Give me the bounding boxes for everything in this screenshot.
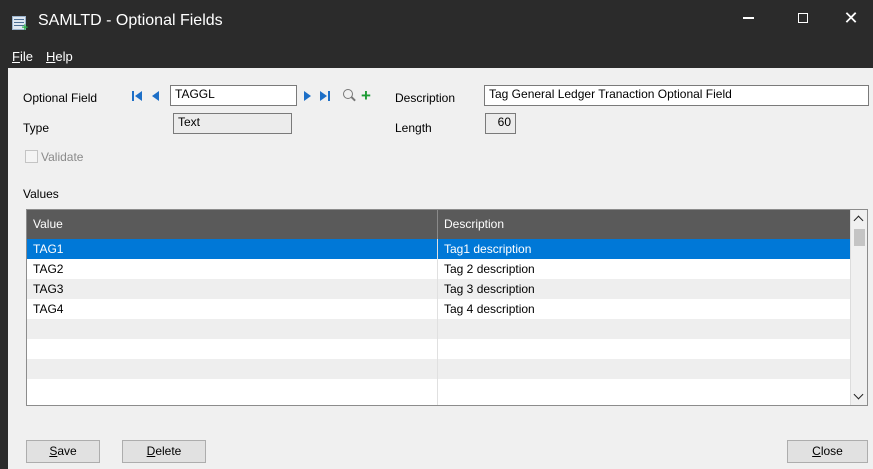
table-row[interactable]: TAG1 Tag1 description [27, 239, 851, 259]
optional-field-input[interactable]: TAGGL [170, 85, 297, 106]
scroll-up-icon[interactable] [851, 210, 867, 227]
length-label: Length [395, 121, 432, 135]
column-header-description[interactable]: Description [438, 210, 848, 239]
table-row[interactable]: TAG2 Tag 2 description [27, 259, 851, 279]
table-row-empty[interactable] [27, 319, 851, 339]
last-record-button[interactable] [320, 90, 331, 102]
length-field: 60 [485, 113, 516, 134]
type-label: Type [23, 121, 50, 135]
title-bar: SAMLTD - Optional Fields ✕ [0, 0, 873, 44]
first-record-icon [135, 91, 142, 101]
scroll-thumb[interactable] [854, 229, 865, 246]
cell-value: TAG2 [33, 262, 64, 276]
close-icon: ✕ [843, 8, 859, 28]
cell-description: Tag 3 description [444, 282, 535, 296]
previous-record-icon [152, 91, 159, 101]
next-record-icon [304, 91, 311, 101]
validate-label: Validate [41, 150, 84, 164]
description-input[interactable]: Tag General Ledger Tranaction Optional F… [484, 85, 869, 106]
next-record-button[interactable] [304, 90, 315, 102]
first-record-button[interactable] [132, 90, 143, 102]
cell-value: TAG3 [33, 282, 64, 296]
cell-description: Tag1 description [444, 242, 532, 256]
save-button[interactable]: Save [26, 440, 100, 463]
table-row[interactable]: TAG3 Tag 3 description [27, 279, 851, 299]
vertical-scrollbar[interactable] [850, 210, 867, 405]
maximize-button[interactable] [780, 0, 826, 36]
grid-header: Value Description [27, 210, 851, 239]
scroll-down-icon[interactable] [851, 388, 867, 405]
type-field: Text [173, 113, 292, 134]
search-icon[interactable] [343, 89, 353, 99]
app-icon [12, 16, 28, 34]
last-record-icon [320, 91, 327, 101]
menu-file[interactable]: File [12, 49, 33, 64]
minimize-icon [742, 16, 754, 19]
maximize-icon [798, 12, 808, 23]
table-row-empty[interactable] [27, 379, 851, 399]
add-icon[interactable]: + [361, 87, 371, 104]
delete-button[interactable]: Delete [122, 440, 206, 463]
cell-description: Tag 4 description [444, 302, 535, 316]
values-grid[interactable]: Value Description TAG1 Tag1 description … [26, 209, 868, 406]
column-header-value[interactable]: Value [27, 210, 437, 239]
previous-record-button[interactable] [152, 90, 163, 102]
menu-bar: File Help [0, 44, 873, 68]
table-row[interactable]: TAG4 Tag 4 description [27, 299, 851, 319]
close-button[interactable]: Close [787, 440, 868, 463]
optional-field-label: Optional Field [23, 91, 98, 105]
table-row-empty[interactable] [27, 359, 851, 379]
close-window-button[interactable]: ✕ [828, 0, 873, 36]
minimize-button[interactable] [725, 0, 771, 36]
values-label: Values [23, 187, 59, 201]
window-frame-left [0, 68, 8, 469]
window-title: SAMLTD - Optional Fields [38, 12, 223, 29]
cell-value: TAG1 [33, 242, 64, 256]
validate-checkbox[interactable] [25, 150, 38, 163]
table-row-empty[interactable] [27, 339, 851, 359]
description-label: Description [395, 91, 456, 105]
menu-help[interactable]: Help [46, 49, 73, 64]
cell-value: TAG4 [33, 302, 64, 316]
cell-description: Tag 2 description [444, 262, 535, 276]
